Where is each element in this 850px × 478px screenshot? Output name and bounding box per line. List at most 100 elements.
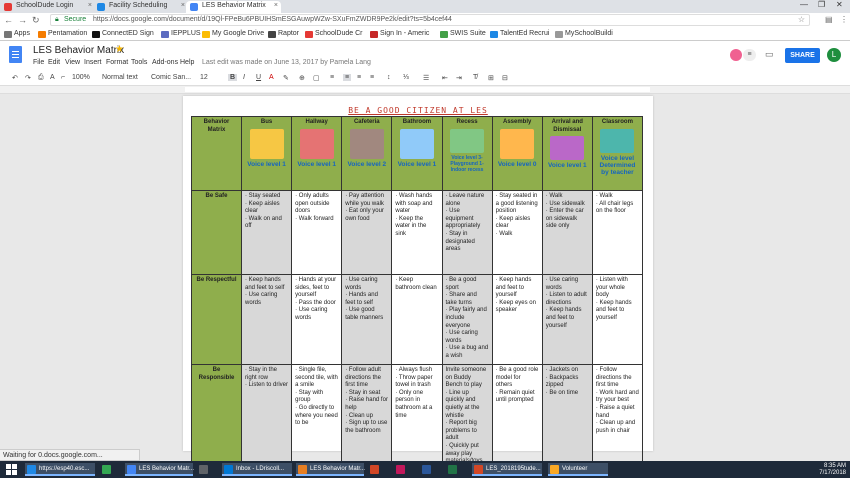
bookmark-sign-in[interactable]: Sign In - Americ xyxy=(370,30,429,38)
taskbar-word[interactable] xyxy=(420,463,440,476)
url-input[interactable]: 🔒︎ Secure https://docs.google.com/docume… xyxy=(50,14,810,26)
bookmark-apps[interactable]: Apps xyxy=(4,30,30,38)
underline-icon[interactable]: U xyxy=(256,74,261,81)
comment-icon[interactable]: ▢ xyxy=(313,74,320,82)
bookmark-connected[interactable]: ConnectED Sign xyxy=(92,30,154,38)
zoom-select[interactable]: 100% xyxy=(72,74,90,81)
column-header-cafeteria[interactable]: Cafeteria Voice level 2 xyxy=(341,116,393,191)
cell-respectful-assembly[interactable]: · Keep hands and feet to yourself · Keep… xyxy=(491,274,543,365)
tab-behavior-matrix[interactable]: LES Behavior Matrix × xyxy=(186,1,281,13)
table-props-icon[interactable]: ⊟ xyxy=(502,74,508,82)
star-icon[interactable]: ★ xyxy=(115,44,124,55)
cell-safe-bathroom[interactable]: · Wash hands with soap and water · Keep … xyxy=(391,190,443,275)
align-center-icon[interactable]: ≡ xyxy=(343,74,352,81)
column-header-bathroom[interactable]: Bathroom Voice level 1 xyxy=(391,116,443,191)
column-header-arrival[interactable]: Arrival and Dismissal Voice level 1 xyxy=(541,116,593,191)
cell-responsible-hallway[interactable]: · Single file, second tile, with a smile… xyxy=(291,364,343,469)
print-icon[interactable]: ⎙ xyxy=(38,74,44,82)
document-title[interactable]: LES Behavior Matrix xyxy=(33,45,124,56)
column-header-classroom[interactable]: Classroom Voice level Determined by teac… xyxy=(591,116,644,191)
numbered-list-icon[interactable]: ⅓ xyxy=(403,74,409,81)
collaborator-avatar[interactable] xyxy=(730,49,742,61)
justify-icon[interactable]: ≡ xyxy=(370,74,374,81)
bookmark-swis[interactable]: SWIS Suite xyxy=(440,30,486,38)
bulleted-list-icon[interactable]: ☰ xyxy=(423,74,429,82)
cell-safe-cafeteria[interactable]: · Pay attention while you walk · Eat onl… xyxy=(341,190,393,275)
clear-format-icon[interactable]: T̸ xyxy=(473,74,477,81)
cell-respectful-arrival[interactable]: · Use caring words · Listen to adult dir… xyxy=(541,274,593,365)
font-select[interactable]: Comic San... xyxy=(151,74,191,81)
matrix-corner[interactable]: Behavior Matrix xyxy=(191,116,242,191)
align-right-icon[interactable]: ≡ xyxy=(357,74,361,81)
close-icon[interactable]: × xyxy=(181,2,185,9)
menu-view[interactable]: View xyxy=(65,59,80,66)
undo-icon[interactable]: ↶ xyxy=(12,74,18,82)
row-header-be-safe[interactable]: Be Safe xyxy=(191,190,242,275)
taskbar-chrome[interactable] xyxy=(100,463,120,476)
link-icon[interactable]: ⊕ xyxy=(299,74,305,82)
last-edit-link[interactable]: Last edit was made on June 13, 2017 by P… xyxy=(202,59,371,66)
taskbar-indesign[interactable] xyxy=(394,463,414,476)
cell-respectful-bathroom[interactable]: · Keep bathroom clean xyxy=(391,274,443,365)
share-button[interactable]: SHARE xyxy=(785,48,820,63)
minimize-icon[interactable]: — xyxy=(800,0,808,9)
style-select[interactable]: Normal text xyxy=(102,74,138,81)
cell-safe-arrival[interactable]: · Walk · Use sidewalk · Enter the car on… xyxy=(541,190,593,275)
bookmark-star-icon[interactable]: ☆ xyxy=(798,15,805,24)
taskbar-ie[interactable]: https://esp40.esc... xyxy=(25,463,95,476)
paint-format-icon[interactable]: ⌐ xyxy=(61,74,65,81)
bookmark-schooldude[interactable]: SchoolDude Cr xyxy=(305,30,362,38)
column-header-recess[interactable]: Recess Voice level 3-Playground 1-Indoor… xyxy=(441,116,493,191)
menu-addons[interactable]: Add-ons xyxy=(152,59,178,66)
line-spacing-icon[interactable]: ↕ xyxy=(387,74,391,81)
bookmark-myschoolbuilding[interactable]: MySchoolBuildi xyxy=(555,30,613,38)
column-header-bus[interactable]: Bus Voice level 1 xyxy=(240,116,293,191)
cell-responsible-assembly[interactable]: · Be a good role model for others · Rema… xyxy=(491,364,543,469)
forward-icon[interactable]: → xyxy=(18,15,27,25)
cell-responsible-classroom[interactable]: · Follow directions the first time · Wor… xyxy=(591,364,644,469)
cell-responsible-recess[interactable]: Invite someone on Buddy Bench to play · … xyxy=(441,364,493,469)
row-header-be-responsible[interactable]: Be Responsible xyxy=(191,364,242,469)
taskbar-outlook[interactable]: Inbox - LDriscoll... xyxy=(222,463,292,476)
taskbar-powerpoint[interactable] xyxy=(368,463,388,476)
taskbar-doc-window[interactable]: LES Behavior Matr... xyxy=(296,463,365,476)
close-window-icon[interactable]: ✕ xyxy=(836,0,843,9)
cell-responsible-bus[interactable]: · Stay in the right row · Listen to driv… xyxy=(240,364,293,469)
taskbar-chrome-window[interactable]: LES Behavior Matr... xyxy=(125,463,194,476)
close-icon[interactable]: × xyxy=(88,2,92,9)
menu-file[interactable]: File xyxy=(33,59,44,66)
menu-help[interactable]: Help xyxy=(180,59,194,66)
bookmark-iepplus[interactable]: IEPPLUS xyxy=(161,30,201,38)
close-icon[interactable]: × xyxy=(274,2,278,9)
menu-format[interactable]: Format xyxy=(106,59,128,66)
menu-insert[interactable]: Insert xyxy=(84,59,102,66)
column-header-hallway[interactable]: Hallway Voice level 1 xyxy=(291,116,343,191)
bold-icon[interactable]: B xyxy=(228,74,238,81)
reload-icon[interactable]: ↻ xyxy=(32,15,40,26)
maximize-icon[interactable]: ❐ xyxy=(818,0,825,9)
redo-icon[interactable]: ↷ xyxy=(25,74,31,82)
increase-indent-icon[interactable]: ⇥ xyxy=(456,74,462,82)
windows-start-icon[interactable] xyxy=(6,464,17,475)
taskbar-folder[interactable]: Volunteer xyxy=(548,463,608,476)
menu-edit[interactable]: Edit xyxy=(48,59,60,66)
account-avatar[interactable]: L xyxy=(827,48,841,62)
cell-responsible-arrival[interactable]: · Jackets on · Backpacks zipped · Be on … xyxy=(541,364,593,469)
cell-respectful-classroom[interactable]: · Listen with your whole body · Keep han… xyxy=(591,274,644,365)
comments-icon[interactable]: ≡ xyxy=(743,49,756,61)
comment-history-icon[interactable]: ▭ xyxy=(765,49,775,60)
highlight-icon[interactable]: ✎ xyxy=(283,74,289,82)
behavior-matrix-table[interactable]: Behavior Matrix Bus Voice level 1 Hallwa… xyxy=(191,116,644,469)
back-icon[interactable]: ← xyxy=(4,15,13,25)
cell-safe-bus[interactable]: · Stay seated · Keep aisles clear · Walk… xyxy=(240,190,293,275)
menu-tools[interactable]: Tools xyxy=(131,59,147,66)
align-left-icon[interactable]: ≡ xyxy=(330,74,334,81)
ruler[interactable] xyxy=(0,86,850,94)
document-page[interactable]: BE A GOOD CITIZEN AT LES Behavior Matrix… xyxy=(183,96,653,469)
column-header-assembly[interactable]: Assembly Voice level 0 xyxy=(491,116,543,191)
tab-schooldude[interactable]: SchoolDude Login × xyxy=(0,1,95,13)
cell-safe-assembly[interactable]: · Stay seated in a good listening positi… xyxy=(491,190,543,275)
tab-facility-scheduling[interactable]: Facility Scheduling × xyxy=(93,1,188,13)
extension-icon[interactable]: ▤ xyxy=(825,15,833,24)
menu-icon[interactable]: ⋮ xyxy=(840,15,848,24)
